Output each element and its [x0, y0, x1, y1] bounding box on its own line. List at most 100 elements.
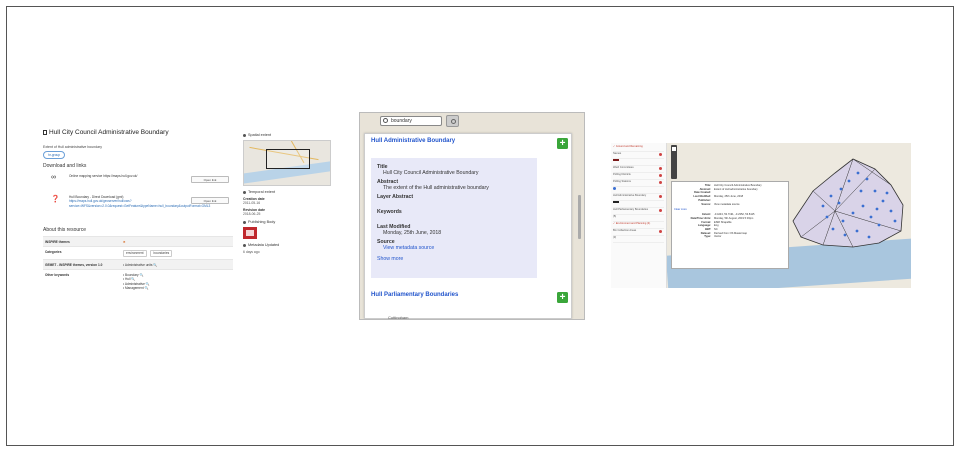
info-icon[interactable] — [659, 181, 662, 184]
layer-row — [613, 201, 664, 208]
info-icon[interactable] — [659, 209, 662, 212]
polling-point[interactable] — [829, 194, 833, 198]
row-key: INSPIRE themes — [43, 236, 121, 247]
polling-point[interactable] — [885, 191, 889, 195]
layer-row[interactable]: ✓ Environment and Planning (4) — [613, 222, 664, 229]
info-icon[interactable] — [659, 230, 662, 233]
polling-point[interactable] — [855, 229, 859, 233]
layer-row[interactable]: Ward Committees — [613, 166, 664, 173]
keyword-list: • Boundary 🔍 • Hull 🔍 • Administrative 🔍… — [121, 269, 233, 293]
publisher-logo — [243, 227, 257, 239]
show-more-link[interactable]: Show more — [377, 256, 403, 262]
polling-point[interactable] — [893, 219, 897, 223]
pin-icon — [243, 133, 246, 137]
polling-point[interactable] — [875, 207, 879, 211]
layer-abstract-label: Layer Abstract — [377, 194, 414, 200]
record-abstract: Extent of Hull administrative boundary — [43, 145, 102, 149]
legend-swatch — [613, 159, 619, 161]
download-url-link[interactable]: https://maps.hull.gov.uk/geoserver/hull/… — [69, 199, 210, 207]
record-title: Hull City Council Administrative Boundar… — [43, 129, 235, 136]
info-key: Source: — [701, 202, 711, 206]
category-chip[interactable]: boundaries — [150, 249, 173, 257]
polling-point[interactable] — [841, 219, 845, 223]
polling-point[interactable] — [873, 189, 877, 193]
link-text: Online mapping service https://maps.hull… — [69, 174, 138, 178]
info-row: Type: Vector — [674, 235, 786, 239]
info-icon[interactable] — [659, 153, 662, 156]
row-value: ✕ — [121, 236, 233, 247]
add-layer-button[interactable]: + — [557, 292, 568, 303]
layer-row[interactable]: Hull Parliamentary Boundaries — [613, 208, 664, 215]
layer-row[interactable]: ✓ Ground and Remaining — [613, 145, 664, 152]
bullet-icon — [243, 220, 246, 224]
link-text: Hull Boundary - Direct Download (gml) ht… — [69, 195, 211, 208]
info-icon[interactable] — [659, 195, 662, 198]
polling-point[interactable] — [861, 204, 865, 208]
layer-row[interactable]: Polling Districts — [613, 173, 664, 180]
boundary-map[interactable] — [783, 151, 911, 261]
open-link-button[interactable]: Open link — [191, 197, 229, 204]
title-value: Hull City Council Administrative Boundar… — [383, 170, 479, 176]
record-tag[interactable]: hr-group — [43, 151, 66, 159]
layer-row[interactable]: Hull Administrative Boundary — [613, 194, 664, 201]
extent-map[interactable] — [243, 140, 331, 186]
result-title[interactable]: Hull Parliamentary Boundaries — [371, 292, 471, 299]
view-metadata-link[interactable]: View metadata source — [383, 245, 434, 251]
metadata-updated-heading: Metadata Updated — [243, 243, 333, 247]
polling-point[interactable] — [847, 179, 851, 183]
layer-row[interactable]: Names — [613, 152, 664, 159]
polling-point[interactable] — [821, 204, 825, 208]
zoom-slider[interactable] — [671, 145, 677, 179]
download-heading: Download and links — [43, 163, 87, 169]
info-value: Vector — [714, 235, 722, 239]
info-value: Extent of Hull administrative boundary — [714, 187, 758, 191]
polling-point[interactable] — [825, 215, 829, 219]
link-icon: ∞ — [51, 174, 56, 181]
polling-point[interactable] — [851, 211, 855, 215]
city-boundary — [792, 158, 904, 248]
polling-point[interactable] — [831, 227, 835, 231]
polling-point[interactable] — [843, 233, 847, 237]
clock-icon — [243, 190, 246, 194]
row-value[interactable]: • Administrative units 🔍 — [121, 259, 233, 270]
calendar-icon — [243, 243, 246, 247]
results-scrollbar[interactable] — [578, 195, 581, 239]
last-modified-value: Monday, 25th June, 2018 — [383, 230, 442, 236]
info-icon[interactable] — [659, 174, 662, 177]
info-icon[interactable] — [659, 167, 662, 170]
spatial-extent-heading: Spatial extent — [243, 133, 333, 137]
polling-point[interactable] — [859, 189, 863, 193]
clear-more-link[interactable]: Clear more — [674, 208, 786, 211]
polling-point[interactable] — [889, 209, 893, 213]
polling-point[interactable] — [865, 177, 869, 181]
metadata-updated-value: 6 days ago — [243, 250, 260, 254]
polling-point[interactable] — [877, 223, 881, 227]
polling-point[interactable] — [869, 215, 873, 219]
info-key: Type: — [704, 235, 711, 239]
category-chip[interactable]: environment — [123, 249, 147, 257]
search-map-panel: boundary Hull Administrative Boundary + … — [359, 112, 585, 320]
keyword-item[interactable]: • Management 🔍 — [123, 286, 231, 291]
source-link-wrap: View metadata source — [377, 245, 531, 251]
legend-swatch — [613, 201, 619, 203]
polling-point[interactable] — [839, 187, 843, 191]
info-value: Monday, 25th June, 2018 — [714, 195, 744, 199]
polling-point[interactable] — [856, 171, 860, 175]
open-link-button[interactable]: Open link — [191, 176, 229, 183]
layer-row[interactable]: Bin Collection Areas — [613, 229, 664, 236]
search-input[interactable]: boundary — [380, 116, 442, 126]
search-icon — [383, 118, 388, 123]
polling-point[interactable] — [881, 199, 885, 203]
add-layer-button[interactable]: + — [557, 138, 568, 149]
layer-row[interactable]: Polling Stations — [613, 180, 664, 187]
polling-point[interactable] — [867, 235, 871, 239]
document-icon — [43, 130, 47, 135]
result-title[interactable]: Hull Administrative Boundary — [371, 138, 461, 145]
creation-date-value: 2011-05-16 — [243, 201, 261, 205]
cross-icon: ✕ — [123, 239, 126, 244]
about-heading: About this resource — [43, 227, 87, 233]
table-row: GEMET - INSPIRE themes, version 1.0 • Ad… — [43, 259, 233, 270]
polling-point[interactable] — [837, 201, 841, 205]
revision-date-value: 2018-06-25 — [243, 212, 261, 216]
clear-search-button[interactable] — [446, 115, 459, 127]
